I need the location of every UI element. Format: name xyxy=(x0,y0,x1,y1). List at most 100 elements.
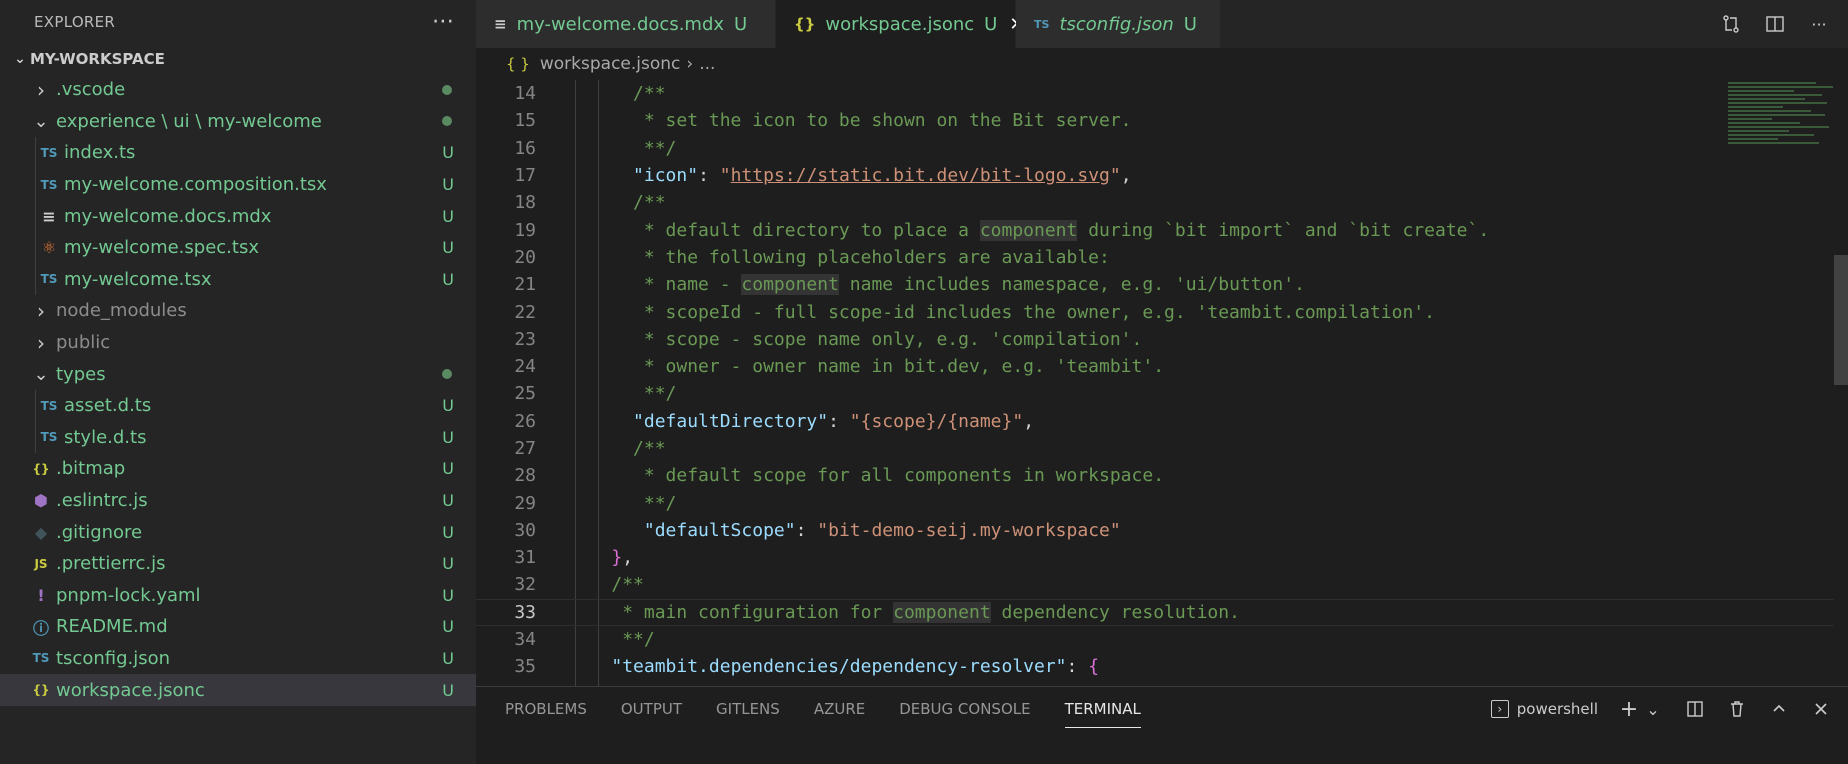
tab-label: workspace.jsonc xyxy=(825,13,975,35)
tree-item-label: .eslintrc.js xyxy=(56,490,148,512)
tree-item[interactable]: ! pnpm-lock.yaml U xyxy=(0,580,476,612)
tree-item[interactable]: TS my-welcome.tsx U xyxy=(0,263,476,296)
chevron-up-icon[interactable] xyxy=(1768,698,1790,720)
more-actions-icon[interactable]: ··· xyxy=(432,10,454,35)
code-text: * default directory to place a component… xyxy=(643,219,1490,241)
code-editor[interactable]: 14 /** 15 * set the icon to be shown on t… xyxy=(476,80,1848,686)
tree-item[interactable]: TS style.d.ts U xyxy=(0,421,476,454)
tree-item[interactable]: ⌄ experience \ ui \ my-welcome xyxy=(0,106,476,138)
editor-tab[interactable]: ≡ my-welcome.docs.mdx U xyxy=(476,0,776,48)
close-icon[interactable] xyxy=(1810,698,1832,720)
tree-item[interactable]: ⚛ my-welcome.spec.tsx U xyxy=(0,231,476,264)
tree-item[interactable]: › public xyxy=(0,327,476,359)
scrollbar-thumb[interactable] xyxy=(1834,255,1848,385)
compare-changes-icon[interactable] xyxy=(1720,13,1742,35)
line-number: 26 xyxy=(514,410,536,432)
code-line: 33 * main configuration for component de… xyxy=(476,598,1848,626)
chevron-down-icon[interactable]: ⌄ xyxy=(1642,698,1664,720)
git-status-badge: U xyxy=(442,269,454,289)
typescript-icon: TS xyxy=(40,177,58,192)
tree-item[interactable]: ⌄ types xyxy=(0,358,476,390)
code-line: 25 **/ xyxy=(476,380,1848,407)
line-number: 32 xyxy=(514,574,536,596)
tree-item-label: pnpm-lock.yaml xyxy=(56,584,201,606)
plus-icon[interactable]: + xyxy=(1618,697,1640,722)
line-number: 22 xyxy=(514,301,536,323)
terminal-icon: › xyxy=(1490,700,1509,718)
json-braces-icon: {} xyxy=(32,683,50,698)
tree-item[interactable]: TS tsconfig.json U xyxy=(0,643,476,675)
code-line: 35 "teambit.dependencies/dependency-reso… xyxy=(476,653,1848,680)
panel-tab-terminal[interactable]: TERMINAL xyxy=(1064,690,1142,728)
breadcrumb-rest[interactable]: ... xyxy=(699,54,715,74)
workspace-root[interactable]: ⌄ MY-WORKSPACE xyxy=(0,44,476,74)
tree-item[interactable]: ◆ .gitignore U xyxy=(0,516,476,548)
tree-item-label: .vscode xyxy=(56,79,126,101)
panel-tab-debug-console[interactable]: DEBUG CONSOLE xyxy=(899,690,1030,728)
code-text: **/ xyxy=(622,629,655,651)
tree-item[interactable]: {} workspace.jsonc U xyxy=(0,674,476,706)
tree-item-label: tsconfig.json xyxy=(56,647,171,669)
tree-item[interactable]: {} .bitmap U xyxy=(0,453,476,485)
git-status-badge: U xyxy=(442,680,454,700)
tree-item[interactable]: TS asset.d.ts U xyxy=(0,389,476,422)
tree-item[interactable]: › node_modules xyxy=(0,295,476,327)
code-line: 23 * scope - scope name only, e.g. 'comp… xyxy=(476,326,1848,353)
git-status-badge: U xyxy=(734,13,748,35)
minimap[interactable] xyxy=(1728,80,1838,210)
code-text: **/ xyxy=(643,383,677,405)
explorer-sidebar: EXPLORER ··· ⌄ MY-WORKSPACE › .vscode ⌄ exp… xyxy=(0,0,476,764)
json-braces-icon: { } xyxy=(506,55,530,73)
split-terminal-icon[interactable] xyxy=(1684,698,1706,720)
code-text: /** xyxy=(633,83,666,105)
chevron-right-icon: › xyxy=(37,77,45,102)
panel-tab-gitlens[interactable]: GITLENS xyxy=(716,690,780,728)
typescript-icon: TS xyxy=(40,272,58,287)
split-editor-icon[interactable] xyxy=(1764,13,1786,35)
git-status-badge: U xyxy=(442,491,454,511)
git-status-badge: U xyxy=(442,648,454,668)
panel-tab-output[interactable]: OUTPUT xyxy=(621,690,682,728)
breadcrumb-file[interactable]: workspace.jsonc xyxy=(540,54,681,74)
trash-icon[interactable] xyxy=(1726,698,1748,720)
typescript-icon: TS xyxy=(40,145,58,160)
tree-item[interactable]: ≡ my-welcome.docs.mdx U xyxy=(0,200,476,232)
panel-tab-problems[interactable]: PROBLEMS xyxy=(505,690,587,728)
line-number: 33 xyxy=(514,601,536,623)
line-number: 20 xyxy=(514,246,536,268)
tree-item[interactable]: ⓘ README.md U xyxy=(0,611,476,643)
terminal-shell-selector[interactable]: › powershell xyxy=(1490,700,1598,718)
tree-item[interactable]: ⬢ .eslintrc.js U xyxy=(0,485,476,517)
tab-label: my-welcome.docs.mdx xyxy=(516,13,725,35)
code-line: 29 **/ xyxy=(476,489,1848,516)
code-text: /** xyxy=(633,438,666,459)
code-text: "defaultDirectory": "{scope}/{name}", xyxy=(633,410,1035,432)
tree-item-label: my-welcome.spec.tsx xyxy=(64,237,259,259)
code-text: "teambit.dependencies/dependency-resolve… xyxy=(611,656,1100,678)
bottom-panel: PROBLEMS OUTPUT GITLENS AZURE DEBUG CONSOLE T… xyxy=(476,686,1848,764)
git-status-badge: U xyxy=(442,206,454,226)
line-number: 24 xyxy=(514,356,536,378)
git-status-badge: U xyxy=(442,238,454,258)
code-text: "icon": "https://static.bit.dev/bit-logo… xyxy=(633,165,1132,187)
line-number: 17 xyxy=(514,165,536,187)
more-actions-icon[interactable]: ··· xyxy=(1808,13,1830,35)
editor-tab[interactable]: {}workspace.jsoncU✕ xyxy=(776,0,1024,48)
tree-item[interactable]: TS my-welcome.composition.tsx U xyxy=(0,168,476,201)
workspace-name: MY-WORKSPACE xyxy=(30,50,165,68)
vertical-scrollbar[interactable] xyxy=(1834,80,1848,686)
editor-tab[interactable]: TS tsconfig.json U xyxy=(1016,0,1221,48)
markdown-lines-icon: ≡ xyxy=(42,206,56,226)
git-status-badge: U xyxy=(442,396,454,416)
code-line: 32 /** xyxy=(476,571,1848,598)
tree-item-label: .bitmap xyxy=(56,458,126,480)
tree-item[interactable]: › .vscode xyxy=(0,74,476,106)
tree-item[interactable]: JS .prettierrc.js U xyxy=(0,548,476,580)
line-number: 25 xyxy=(514,383,536,405)
code-line: 15 * set the icon to be shown on the Bit… xyxy=(476,107,1848,134)
tree-item[interactable]: TS index.ts U xyxy=(0,137,476,169)
code-text: **/ xyxy=(643,492,677,514)
line-number: 34 xyxy=(514,629,536,651)
panel-tab-azure[interactable]: AZURE xyxy=(814,690,865,728)
breadcrumb: { } workspace.jsonc › ... xyxy=(476,48,1848,80)
